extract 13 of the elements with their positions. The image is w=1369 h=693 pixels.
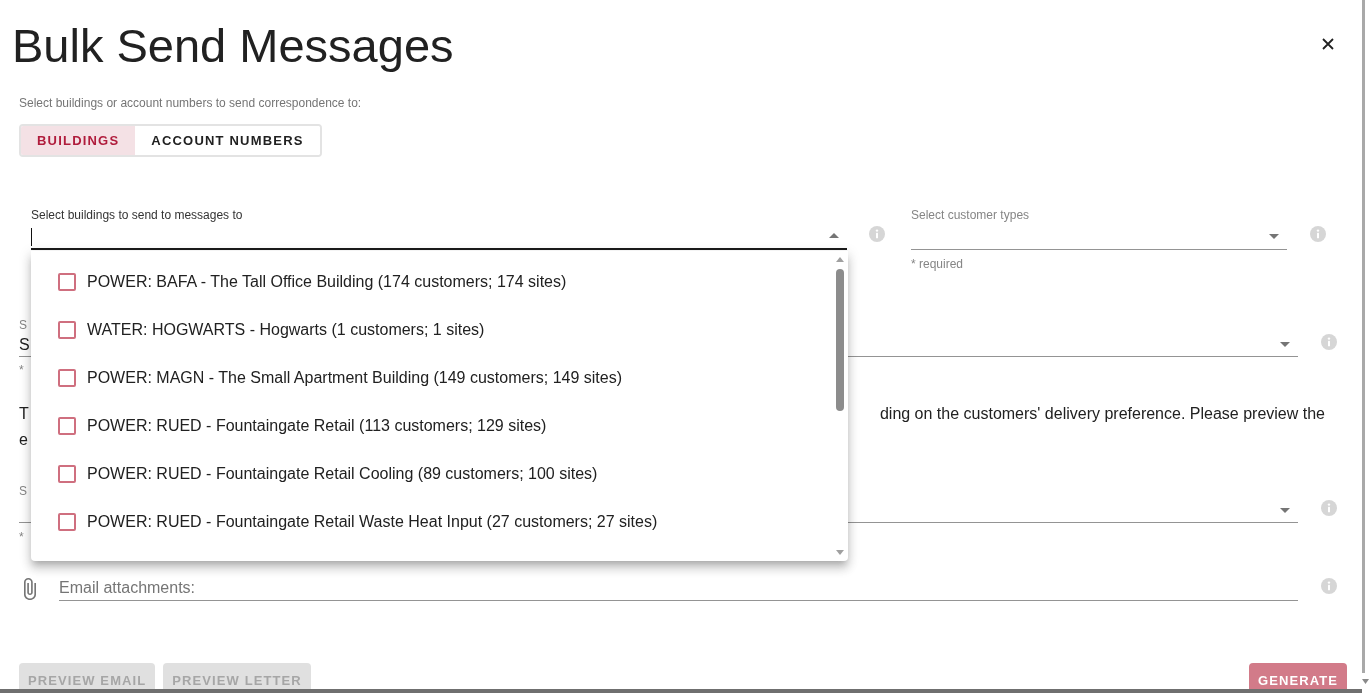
field-label: S — [19, 483, 27, 499]
notice-text: T — [19, 404, 29, 424]
notice-text: e — [19, 430, 28, 450]
field-label: Select buildings to send to messages to — [31, 207, 243, 223]
field-value: S — [19, 334, 30, 355]
field-label: S — [19, 317, 27, 333]
dialog-title: Bulk Send Messages — [12, 18, 454, 74]
field-label: Select customer types — [911, 207, 1030, 223]
notice-text: ding on the customers' delivery preference. Please preview the — [879, 404, 1326, 424]
field-hint: * — [19, 362, 24, 378]
recipient-prompt: Select buildings or account numbers to send correspondence to: — [19, 95, 362, 111]
field-hint: * required — [911, 256, 964, 272]
field-hint: * — [19, 529, 24, 545]
